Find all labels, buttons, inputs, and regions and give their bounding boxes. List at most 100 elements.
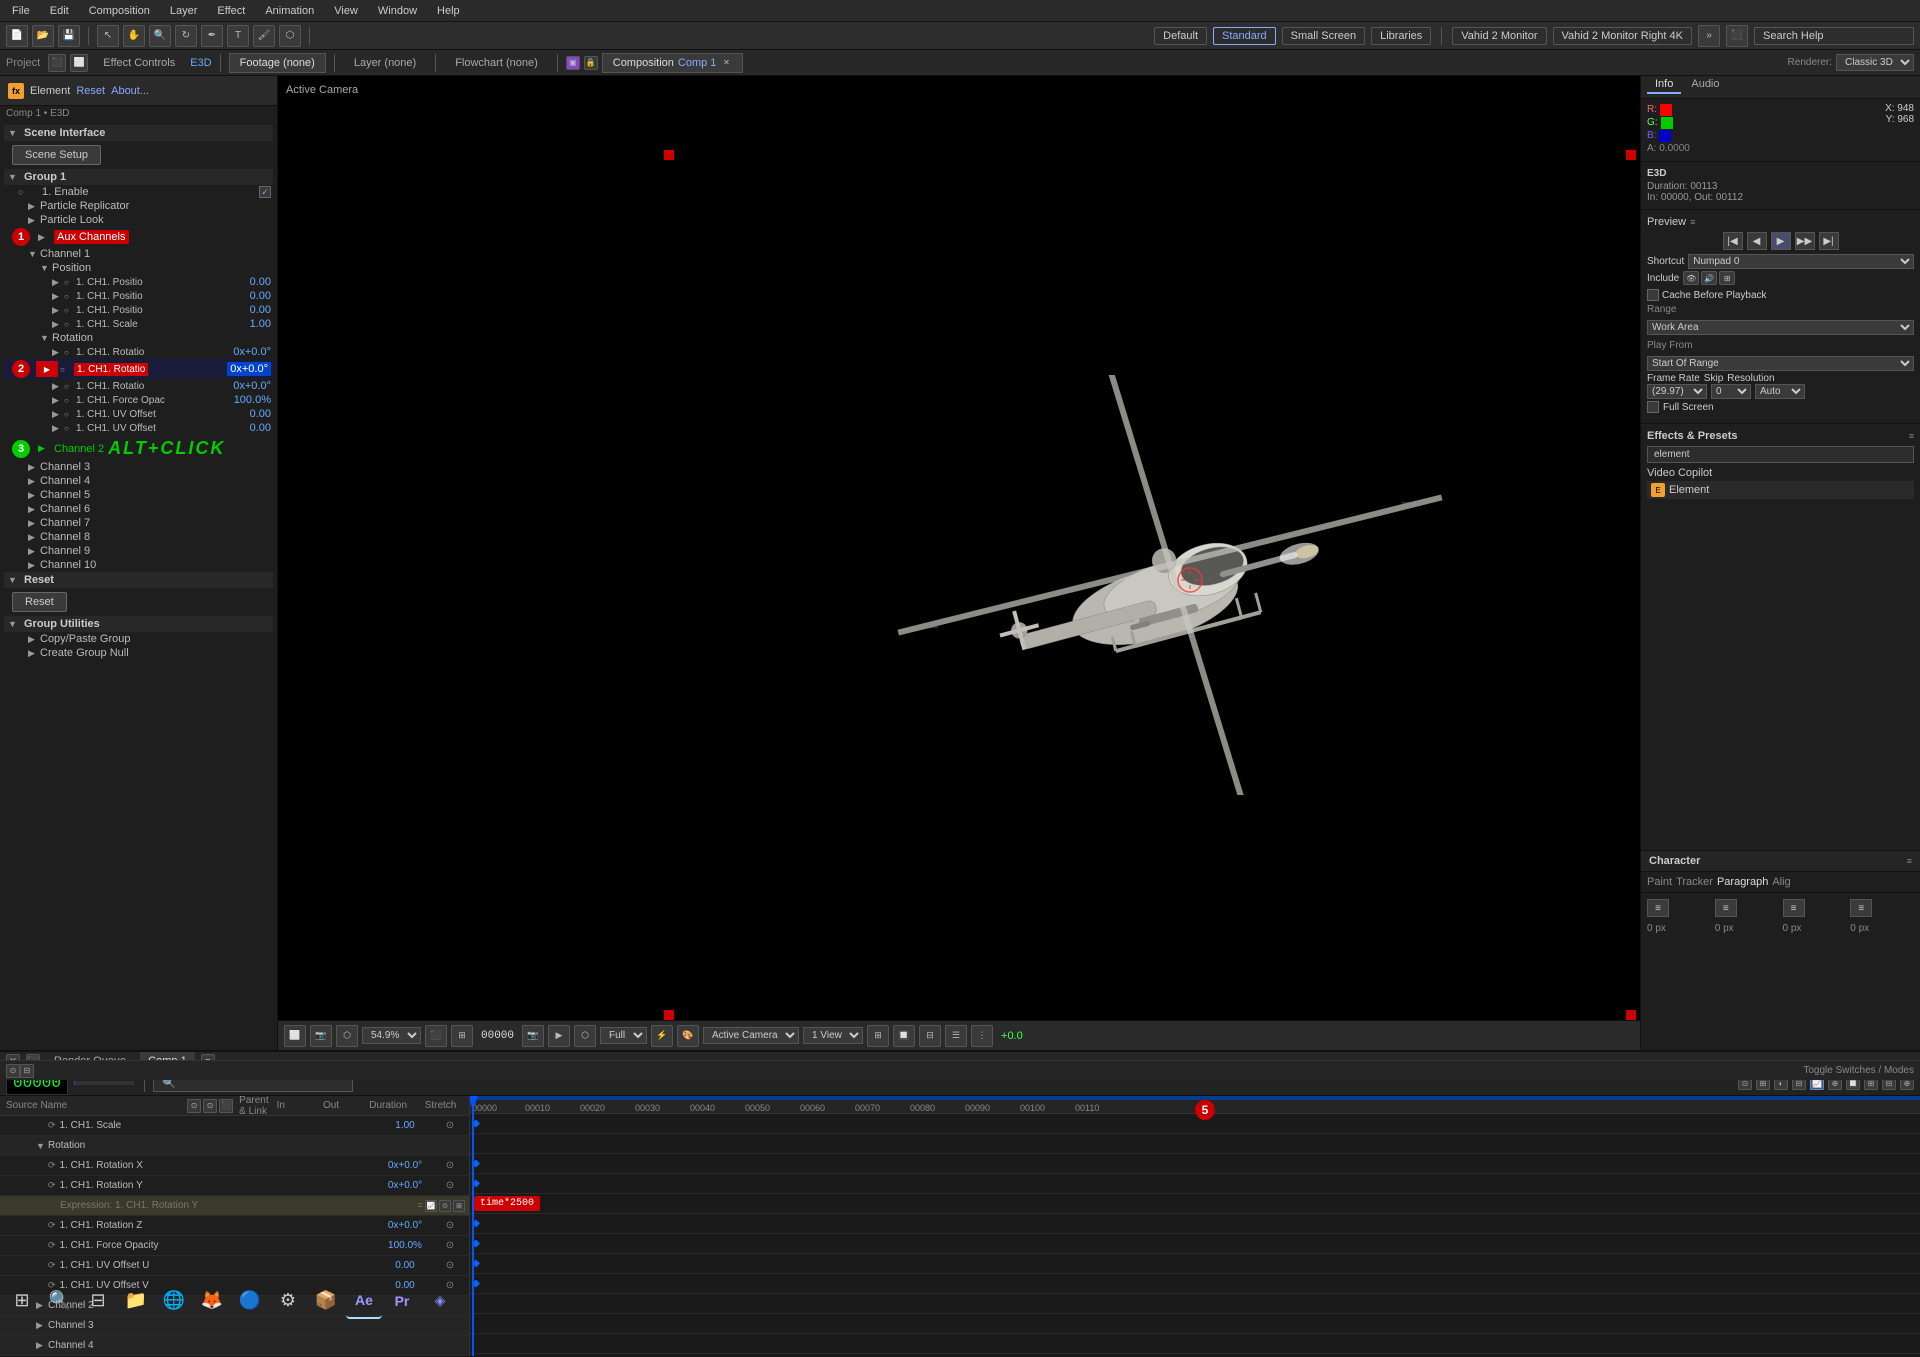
arrow-tool[interactable]: ↖ [97, 25, 119, 47]
channel7-item[interactable]: ▶Channel 7 [4, 516, 273, 530]
menu-edit[interactable]: Edit [46, 3, 73, 19]
aux-channels-item[interactable]: 1 ▶ Aux Channels [4, 227, 273, 247]
enable-item[interactable]: ○ 1. Enable [16, 185, 273, 199]
enable-checkbox[interactable] [259, 186, 271, 198]
app2-btn[interactable]: ◈ [422, 1283, 458, 1319]
new-project-btn[interactable]: 📄 [6, 25, 28, 47]
channel2-annotation[interactable]: 3 ▶ Channel 2 ALT+CLICK [4, 437, 273, 460]
view-select[interactable]: 1 View [803, 1027, 863, 1044]
settings-btn[interactable]: ⚙ [270, 1283, 306, 1319]
footage-tab[interactable]: Footage (none) [229, 53, 326, 73]
ch-uv1[interactable]: ▶ ○ 1. CH1. UV Offset 0.00 [4, 407, 273, 421]
shape-tool[interactable]: ⬡ [279, 25, 301, 47]
fast-preview-btn[interactable]: ⚡ [651, 1025, 673, 1047]
ch-uv2[interactable]: ▶ ○ 1. CH1. UV Offset 0.00 [4, 421, 273, 435]
explorer-btn[interactable]: 🔵 [232, 1283, 268, 1319]
copy-paste-group[interactable]: ▶Copy/Paste Group [4, 632, 273, 646]
particle-replicator-item[interactable]: ▶ Particle Replicator [4, 199, 273, 213]
renderer-toggle[interactable]: ⬛ [1726, 25, 1748, 47]
cache-before-playback-cb[interactable] [1647, 289, 1659, 301]
channel9-item[interactable]: ▶Channel 9 [4, 544, 273, 558]
workspace-default[interactable]: Default [1154, 27, 1207, 45]
expression-value-box[interactable]: time*2500 [474, 1196, 540, 1211]
workspace-libraries[interactable]: Libraries [1371, 27, 1431, 45]
create-group-null[interactable]: ▶Create Group Null [4, 646, 273, 660]
viewer-btn3[interactable]: ⬡ [336, 1025, 358, 1047]
col-icon3[interactable]: ⬛ [219, 1099, 233, 1113]
align-tab[interactable]: Alig [1772, 876, 1790, 888]
firefox-btn[interactable]: 🦊 [194, 1283, 230, 1319]
tl-row-roty[interactable]: ⟳ 1. CH1. Rotation Y 0x+0.0° ⊙ [0, 1176, 469, 1196]
tl-row-rotx[interactable]: ⟳ 1. CH1. Rotation X 0x+0.0° ⊙ [0, 1156, 469, 1176]
align-justify-btn[interactable]: ≡ [1850, 899, 1872, 917]
brush-tool[interactable]: 🖌 [253, 25, 275, 47]
full-screen-cb[interactable] [1647, 401, 1659, 413]
channel6-item[interactable]: ▶Channel 6 [4, 502, 273, 516]
info-tab[interactable]: Info [1647, 76, 1681, 94]
file-explorer-btn[interactable]: 📁 [118, 1283, 154, 1319]
prev-last[interactable]: ▶| [1819, 232, 1839, 250]
save-btn[interactable]: 💾 [58, 25, 80, 47]
tl-row-rotation-header[interactable]: ▼ Rotation [0, 1136, 469, 1156]
pr-btn[interactable]: Pr [384, 1283, 420, 1319]
search-input[interactable] [1754, 27, 1914, 45]
comp-canvas[interactable] [664, 150, 1636, 1020]
tl-row-ch3[interactable]: ▶ Channel 3 [0, 1316, 469, 1336]
ch-rot2[interactable]: 2 ▶ ○ 1. CH1. Rotatio 0x+0.0° [4, 359, 273, 379]
menu-file[interactable]: File [8, 3, 34, 19]
ch-rot2-box[interactable]: ▶ [36, 361, 58, 377]
ch-pos2[interactable]: ▶ ○ 1. CH1. Positio 0.00 [4, 289, 273, 303]
align-center-btn[interactable]: ≡ [1715, 899, 1737, 917]
include-video[interactable]: 👁 [1683, 271, 1699, 285]
particle-look-item[interactable]: ▶ Particle Look [4, 213, 273, 227]
zoom-select[interactable]: 54.9% [362, 1027, 421, 1044]
comp-tab-close[interactable]: ✕ [720, 57, 732, 69]
more-workspaces[interactable]: » [1698, 25, 1720, 47]
camera-btn[interactable]: 📷 [522, 1025, 544, 1047]
scene-interface-header[interactable]: ▼ Scene Interface [4, 125, 273, 141]
shortcut-select[interactable]: Numpad 0 [1688, 254, 1914, 269]
prev-play[interactable]: ▶ [1771, 232, 1791, 250]
camera-opt-btn[interactable]: ☰ [945, 1025, 967, 1047]
position-item[interactable]: ▼ Position [4, 261, 273, 275]
comp1-tab[interactable]: Composition Comp 1 ✕ [602, 53, 744, 73]
frame-btn[interactable]: ⬛ [425, 1025, 447, 1047]
align-right-btn[interactable]: ≡ [1783, 899, 1805, 917]
open-btn[interactable]: 📂 [32, 25, 54, 47]
ch-rot1[interactable]: ▶ ○ 1. CH1. Rotatio 0x+0.0° [4, 345, 273, 359]
channel10-item[interactable]: ▶Channel 10 [4, 558, 273, 572]
ch-force-opac[interactable]: ▶ ○ 1. CH1. Force Opac 100.0% [4, 393, 273, 407]
include-audio[interactable]: 🔊 [1701, 271, 1717, 285]
playback-btn[interactable]: ▶ [548, 1025, 570, 1047]
expr-expr-btn[interactable]: ⊞ [453, 1200, 465, 1212]
reset-link[interactable]: Reset [76, 85, 105, 97]
monitor2[interactable]: Vahid 2 Monitor Right 4K [1553, 27, 1692, 45]
group-utilities-header[interactable]: ▼ Group Utilities [4, 616, 273, 632]
ae-btn[interactable]: Ae [346, 1283, 382, 1319]
hand-tool[interactable]: ✋ [123, 25, 145, 47]
prev-back[interactable]: ◀ [1747, 232, 1767, 250]
scene-setup-btn[interactable]: Scene Setup [12, 145, 101, 165]
pen-tool[interactable]: ✒ [201, 25, 223, 47]
col-icon2[interactable]: ⊙ [203, 1099, 217, 1113]
audio-tab[interactable]: Audio [1683, 76, 1727, 94]
prev-first[interactable]: |◀ [1723, 232, 1743, 250]
menu-animation[interactable]: Animation [261, 3, 318, 19]
reset-section[interactable]: ▼ Reset [4, 572, 273, 588]
search-btn[interactable]: 🔍 [42, 1283, 78, 1319]
menu-help[interactable]: Help [433, 3, 464, 19]
layer-tab[interactable]: Layer (none) [343, 53, 427, 73]
effects-search[interactable] [1647, 446, 1914, 463]
app1-btn[interactable]: 📦 [308, 1283, 344, 1319]
project-btn1[interactable]: ⬛ [48, 54, 66, 72]
tl-row-ch1scale[interactable]: ⟳ 1. CH1. Scale 1.00 ⊙ [0, 1116, 469, 1136]
fps-select[interactable]: (29.97) [1647, 384, 1707, 399]
color-mgmt-btn[interactable]: 🎨 [677, 1025, 699, 1047]
about-link[interactable]: About... [111, 85, 149, 97]
ch-rot3[interactable]: ▶ ○ 1. CH1. Rotatio 0x+0.0° [4, 379, 273, 393]
render-btn[interactable]: ⬡ [574, 1025, 596, 1047]
grid-btn[interactable]: ⊞ [451, 1025, 473, 1047]
menu-view[interactable]: View [330, 3, 362, 19]
work-area-select[interactable]: Work Area [1647, 320, 1914, 335]
include-overflow[interactable]: ⊞ [1719, 271, 1735, 285]
